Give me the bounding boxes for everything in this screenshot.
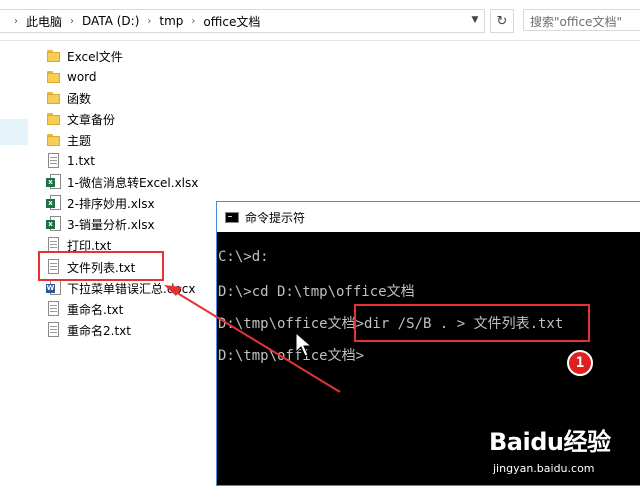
folder-icon — [46, 48, 62, 64]
file-name: 1-微信消息转Excel.xlsx — [67, 175, 199, 190]
list-item[interactable]: Excel文件 — [46, 46, 123, 66]
list-item[interactable]: 文章备份 — [46, 109, 115, 129]
chevron-down-icon[interactable]: ▼ — [466, 9, 484, 31]
chevron-right-icon[interactable]: › — [66, 16, 78, 27]
file-name: 重命名2.txt — [67, 323, 131, 338]
file-name: 主题 — [67, 133, 92, 148]
watermark-url: jingyan.baidu.com — [493, 462, 595, 475]
excel-file-icon: x — [46, 174, 62, 190]
folder-icon — [46, 69, 62, 85]
list-item[interactable]: x 1-微信消息转Excel.xlsx — [46, 172, 198, 192]
navigation-pane[interactable] — [0, 41, 30, 480]
excel-file-icon: x — [46, 195, 62, 211]
list-item[interactable]: 重命名.txt — [46, 299, 123, 319]
file-name: Excel文件 — [67, 49, 123, 64]
cmd-console[interactable]: C:\>d: D:\>cd D:\tmp\office文档 D:\tmp\off… — [217, 232, 640, 485]
refresh-icon[interactable]: ↻ — [490, 9, 514, 33]
chevron-right-icon[interactable]: › — [143, 16, 155, 27]
console-line: D:\tmp\office文档> — [218, 348, 365, 364]
folder-icon — [46, 132, 62, 148]
text-file-icon — [46, 301, 62, 317]
folder-icon — [46, 111, 62, 127]
file-name: 下拉菜单错误汇总.docx — [67, 281, 196, 296]
file-name: 重命名.txt — [67, 302, 124, 317]
navigation-pane-selected-item[interactable] — [0, 119, 28, 145]
search-input[interactable]: 搜索"office文档" — [523, 9, 640, 31]
chevron-right-icon[interactable]: › — [10, 16, 22, 27]
list-item[interactable]: 重命名2.txt — [46, 320, 131, 340]
breadcrumb-tmp[interactable]: tmp — [155, 14, 187, 28]
breadcrumb-office[interactable]: office文档 — [199, 13, 264, 30]
file-name: word — [67, 70, 97, 84]
step-number-badge: 1 — [567, 350, 593, 376]
terminal-icon — [225, 211, 239, 223]
command-highlight-box — [354, 304, 590, 342]
file-name: 2-排序妙用.xlsx — [67, 196, 155, 211]
chevron-right-icon[interactable]: › — [187, 16, 199, 27]
console-line: D:\>cd D:\tmp\office文档 — [218, 284, 415, 300]
word-file-icon: W — [46, 280, 62, 296]
excel-file-icon: x — [46, 216, 62, 232]
console-line: C:\>d: — [218, 249, 269, 265]
list-item[interactable]: W 下拉菜单错误汇总.docx — [46, 278, 195, 298]
list-item[interactable]: x 3-销量分析.xlsx — [46, 214, 155, 234]
list-item[interactable]: 主题 — [46, 130, 91, 150]
file-name: 函数 — [67, 91, 92, 106]
file-name: 文章备份 — [67, 112, 116, 127]
folder-icon — [46, 90, 62, 106]
list-item[interactable]: 1.txt — [46, 151, 95, 171]
breadcrumb-data-drive[interactable]: DATA (D:) — [78, 14, 143, 28]
text-file-icon — [46, 322, 62, 338]
list-item[interactable]: x 2-排序妙用.xlsx — [46, 193, 155, 213]
list-item[interactable]: word — [46, 67, 97, 87]
file-name: 3-销量分析.xlsx — [67, 217, 155, 232]
file-name: 1.txt — [67, 154, 95, 168]
baidu-watermark: Baidu经验 jingyan.baidu.com — [489, 422, 639, 482]
address-bar: › 此电脑 › DATA (D:) › tmp › office文档 ▼ ↻ 搜… — [0, 0, 640, 41]
breadcrumb[interactable]: › 此电脑 › DATA (D:) › tmp › office文档 — [0, 9, 485, 33]
breadcrumb-this-pc[interactable]: 此电脑 — [22, 13, 66, 30]
file-highlight-box — [38, 251, 164, 281]
cmd-title: 命令提示符 — [245, 210, 306, 225]
watermark-logo: Baidu经验 — [489, 428, 611, 456]
list-item[interactable]: 函数 — [46, 88, 91, 108]
text-file-icon — [46, 153, 62, 169]
cmd-window[interactable]: 命令提示符 C:\>d: D:\>cd D:\tmp\office文档 D:\t… — [216, 201, 640, 486]
cmd-title-bar[interactable]: 命令提示符 — [217, 202, 640, 232]
